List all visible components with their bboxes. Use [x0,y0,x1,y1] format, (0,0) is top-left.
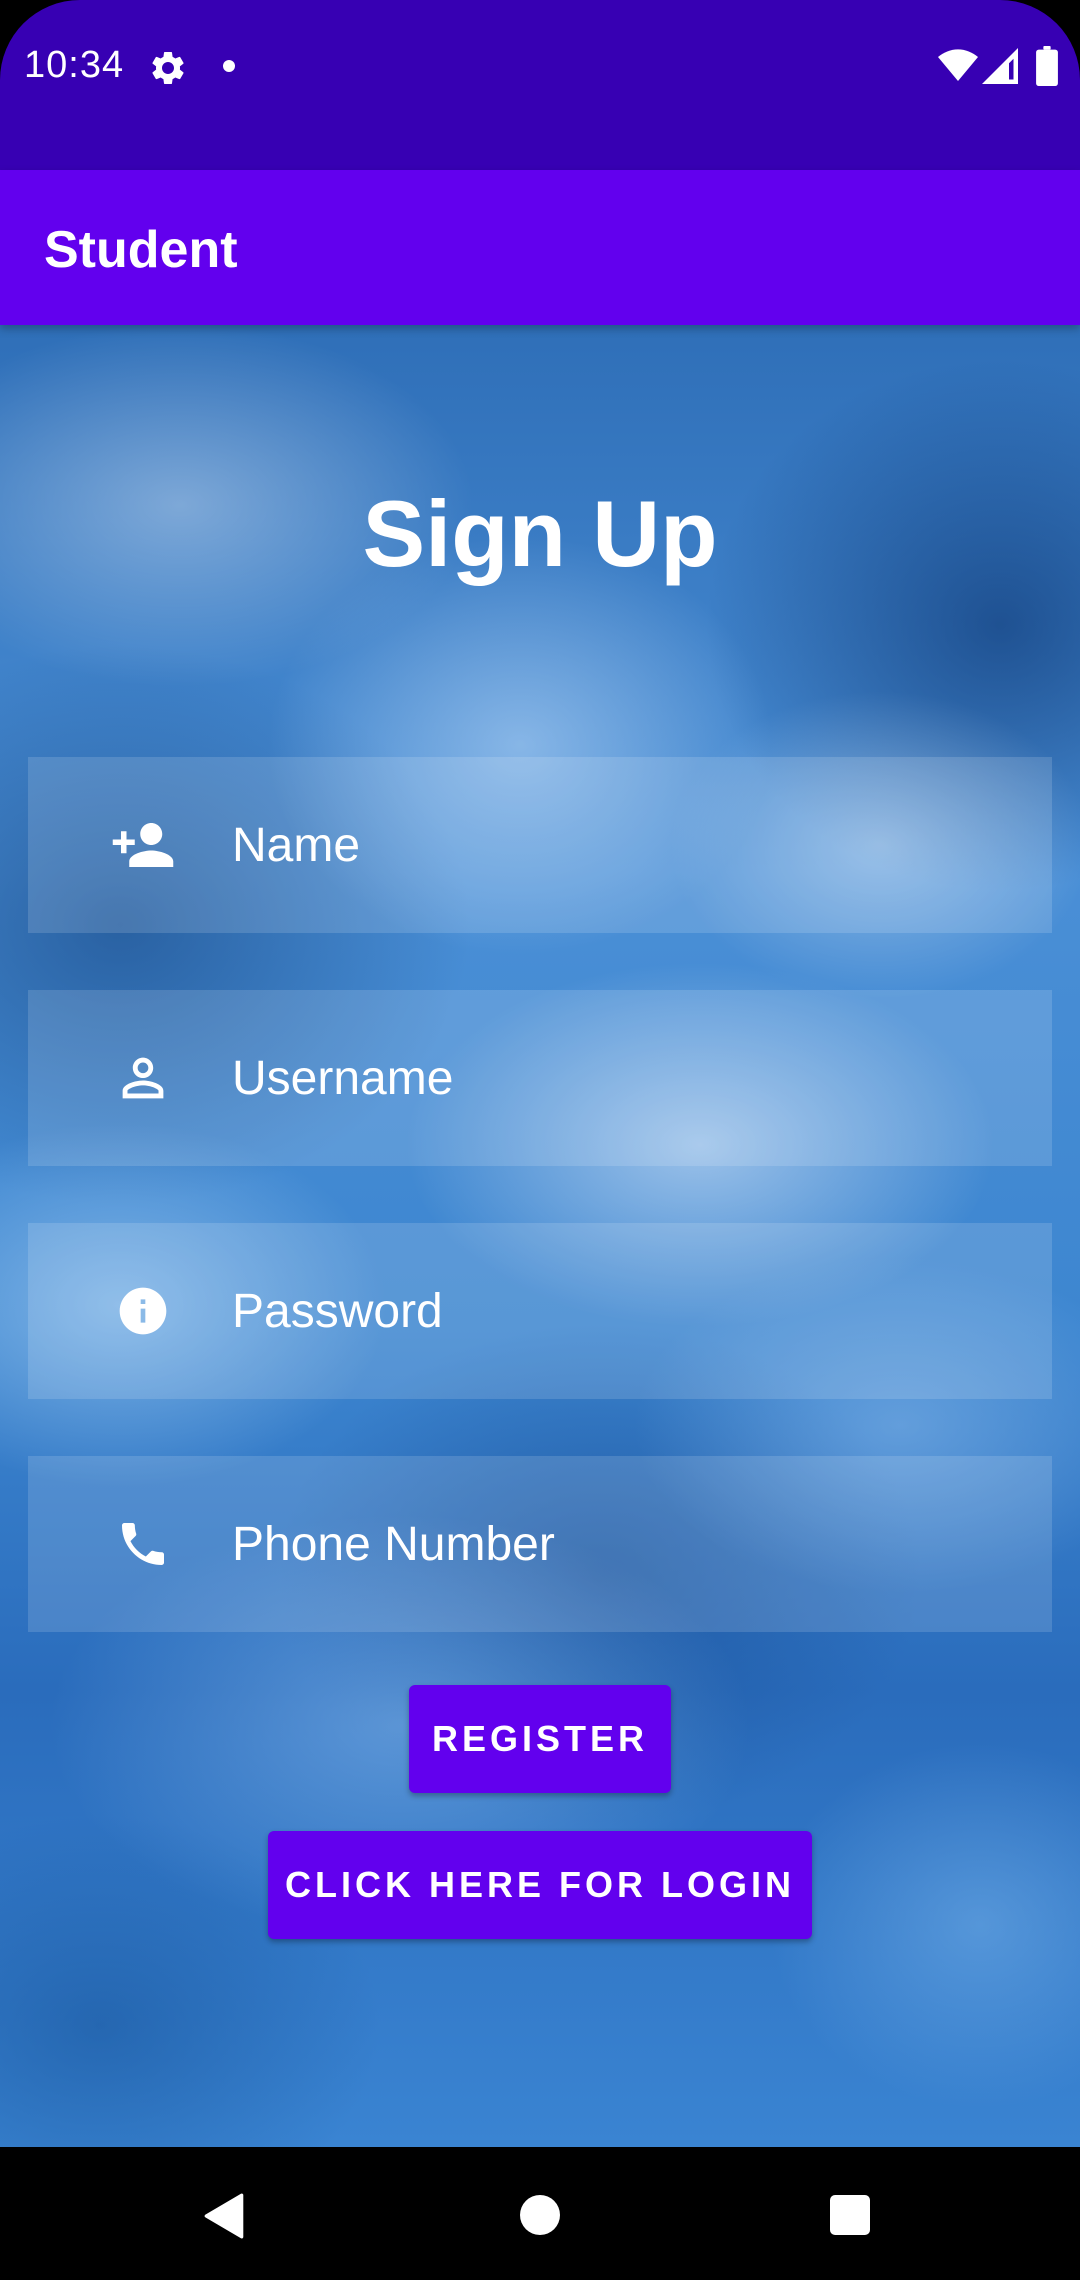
app-title: Student [44,221,238,279]
recents-icon[interactable] [830,2195,870,2235]
password-input[interactable] [204,1223,1024,1399]
notification-dot [223,60,235,72]
username-input[interactable] [204,990,1024,1166]
page-title: Sign Up [362,481,718,586]
status-time: 10:34 [24,44,125,86]
app-bar: Student [0,170,1080,325]
back-icon[interactable] [204,2193,246,2239]
phone-icon [122,1523,164,1565]
name-field-container [28,757,1052,933]
username-field-container [28,990,1052,1166]
name-input[interactable] [204,757,1024,933]
status-bar: 10:34 [0,0,1080,170]
navigation-bar [0,2147,1080,2280]
password-field-container [28,1223,1052,1399]
home-icon[interactable] [520,2195,560,2235]
signup-form-background: Sign Up REG [0,325,1080,2147]
wifi-icon [938,49,978,81]
person-add-icon [112,823,174,867]
phone-field-container [28,1456,1052,1632]
login-link-button[interactable]: CLICK HERE FOR LOGIN [268,1831,812,1939]
battery-icon [1036,46,1058,86]
phone-screen: 10:34 Student Sign Up Name Username Phon… [0,0,1080,2280]
info-icon [119,1287,167,1335]
phone-number-input[interactable] [204,1456,1024,1632]
gear-icon [152,51,184,84]
person-outline-icon [122,1057,164,1099]
register-button[interactable]: REGISTER [409,1685,671,1793]
signal-icon [982,48,1018,84]
